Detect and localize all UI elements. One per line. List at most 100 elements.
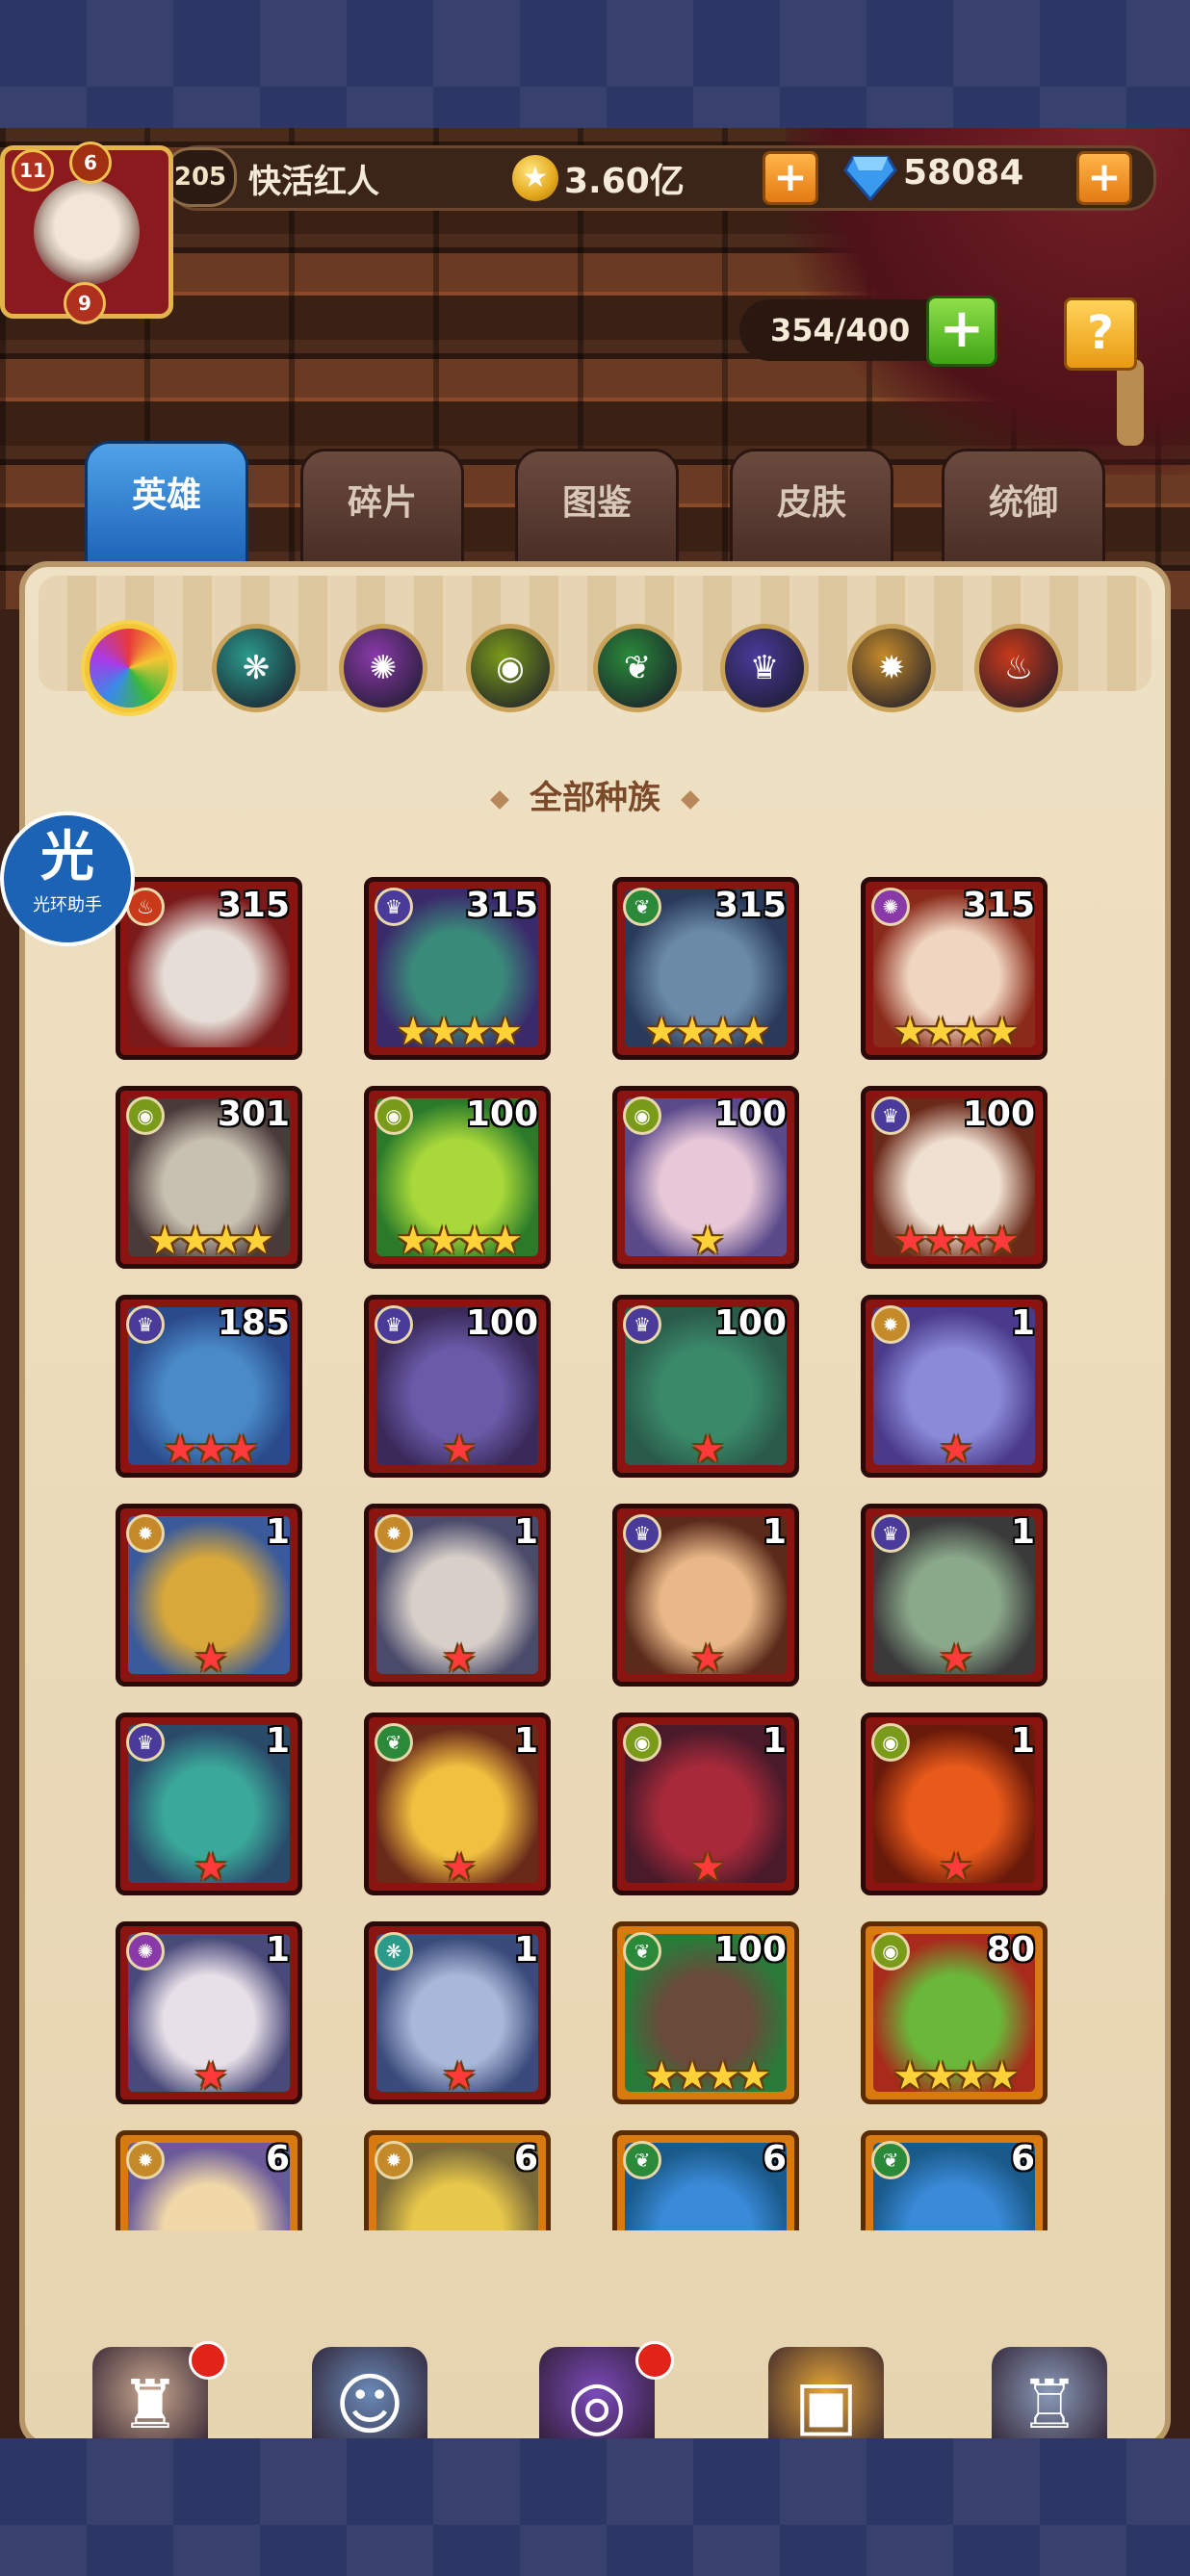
hero-card[interactable]: ◉ 100 ★★★★ — [364, 1086, 551, 1269]
fire-race-icon[interactable]: ♨ — [974, 624, 1063, 712]
nature-faction-icon: ◉ — [623, 1096, 661, 1135]
hero-stars: ★★★★ — [147, 1219, 273, 1263]
leaf-race-icon[interactable]: ❦ — [593, 624, 682, 712]
hero-card[interactable]: ◉ 1 ★ — [861, 1713, 1048, 1895]
tab-0[interactable]: 英雄 — [85, 441, 248, 566]
hero-stars: ★ — [194, 1845, 228, 1890]
tab-3[interactable]: 皮肤 — [730, 449, 893, 564]
hero-card[interactable]: ◉ 1 ★ — [612, 1713, 799, 1895]
hero-card[interactable]: ❦ 100 ★★★★ — [612, 1921, 799, 2104]
tassel-decoration — [1117, 359, 1144, 446]
gem-icon — [843, 155, 897, 201]
hero-level: 315 — [465, 886, 538, 925]
demon-faction-icon: ♛ — [375, 888, 413, 926]
hero-card[interactable]: ❋ 1 ★ — [364, 1921, 551, 2104]
avatar-badge-right: 6 — [69, 142, 112, 184]
hero-card[interactable]: ♛ 1 ★ — [116, 1713, 302, 1895]
hero-stars: ★★★★ — [892, 1010, 1019, 1054]
wind-faction-icon: ❋ — [375, 1932, 413, 1971]
hero-stars: ★★★★ — [644, 2054, 770, 2099]
hero-card[interactable]: ♛ 1 ★ — [612, 1504, 799, 1687]
avatar-portrait — [34, 179, 140, 285]
tab-2[interactable]: 图鉴 — [515, 449, 679, 564]
hero-level: 1 — [265, 1721, 290, 1761]
bottom-navigation: ♜主城☺英雄 ◎探险 ▣背包 ♖公会 — [0, 2328, 1190, 2438]
nav-hero-portrait[interactable]: ☺英雄 — [273, 2328, 466, 2438]
hero-card[interactable]: ❦ 315 ★★★★ — [612, 877, 799, 1060]
hero-card[interactable]: ♛ 100 ★ — [364, 1295, 551, 1478]
hero-level: 6 — [1010, 2139, 1035, 2178]
help-button[interactable]: ? — [1064, 297, 1137, 371]
hero-card[interactable]: ♨ 315 — [116, 877, 302, 1060]
tab-1[interactable]: 碎片 — [300, 449, 464, 564]
aura-assistant-button[interactable]: 光 光环助手 — [0, 811, 135, 946]
gold-amount: 3.60亿 — [564, 162, 685, 201]
hero-level: 1 — [265, 1512, 290, 1552]
hero-level: 100 — [713, 1095, 787, 1134]
add-gold-button[interactable]: + — [763, 151, 818, 205]
hero-stars: ★ — [690, 1219, 725, 1263]
leaf-faction-icon: ❦ — [623, 1932, 661, 1971]
hero-card[interactable]: ◉ 100 ★ — [612, 1086, 799, 1269]
expand-capacity-button[interactable]: + — [926, 296, 997, 367]
hero-card[interactable]: ❦ 6 — [861, 2130, 1048, 2230]
demon-faction-icon: ♛ — [375, 1305, 413, 1344]
nature-faction-icon: ◉ — [375, 1096, 413, 1135]
hero-card[interactable]: ❦ 1 ★ — [364, 1713, 551, 1895]
hero-card[interactable]: ✺ 315 ★★★★ — [861, 877, 1048, 1060]
demon-race-icon[interactable]: ♛ — [720, 624, 809, 712]
hero-stars: ★ — [939, 1845, 973, 1890]
hero-card[interactable]: ✺ 1 ★ — [116, 1921, 302, 2104]
hero-level: 100 — [713, 1303, 787, 1343]
hero-card[interactable]: ✹ 1 ★ — [116, 1504, 302, 1687]
shadow-faction-icon: ✺ — [126, 1932, 165, 1971]
demon-faction-icon: ♛ — [126, 1305, 165, 1344]
nav-guild-tower[interactable]: ♖公会 — [953, 2328, 1146, 2438]
hero-card[interactable]: ❦ 6 — [612, 2130, 799, 2230]
hero-card[interactable]: ♛ 100 ★ — [612, 1295, 799, 1478]
light-race-icon[interactable]: ✹ — [847, 624, 936, 712]
nav-backpack[interactable]: ▣背包 — [730, 2328, 922, 2438]
notification-dot — [635, 2341, 674, 2380]
add-gems-button[interactable]: + — [1076, 151, 1132, 205]
hero-card[interactable]: ♛ 315 ★★★★ — [364, 877, 551, 1060]
shadow-faction-icon: ✺ — [871, 888, 910, 926]
nav-castle[interactable]: ♜主城 — [54, 2328, 246, 2438]
hero-level: 1 — [513, 1930, 538, 1970]
hero-level: 6 — [762, 2139, 787, 2178]
gem-amount: 58084 — [903, 153, 1024, 193]
hero-card[interactable]: ✹ 6 — [364, 2130, 551, 2230]
all-races-icon[interactable] — [85, 624, 173, 712]
avatar-badge-left: 11 — [12, 149, 54, 192]
hero-card[interactable]: ✹ 1 ★ — [364, 1504, 551, 1687]
demon-faction-icon: ♛ — [871, 1514, 910, 1553]
notification-dot — [189, 2341, 227, 2380]
hero-stars: ★ — [690, 1845, 725, 1890]
demon-faction-icon: ♛ — [623, 1305, 661, 1344]
leaf-faction-icon: ❦ — [375, 1723, 413, 1762]
hero-level: 100 — [465, 1303, 538, 1343]
player-name[interactable]: 快活红人 — [248, 155, 379, 202]
nature-faction-icon: ◉ — [126, 1096, 165, 1135]
hero-card[interactable]: ♛ 100 ★★★★ — [861, 1086, 1048, 1269]
hero-card[interactable]: ♛ 1 ★ — [861, 1504, 1048, 1687]
shadow-race-icon[interactable]: ✺ — [339, 624, 427, 712]
hero-stars: ★★★★ — [644, 1010, 770, 1054]
demon-faction-icon: ♛ — [871, 1096, 910, 1135]
nature-eye-race-icon[interactable]: ◉ — [466, 624, 555, 712]
hero-card[interactable]: ✹ 1 ★ — [861, 1295, 1048, 1478]
light-faction-icon: ✹ — [375, 2141, 413, 2179]
outer-frame-bottom — [0, 2438, 1190, 2576]
hero-card[interactable]: ♛ 185 ★★★ — [116, 1295, 302, 1478]
light-faction-icon: ✹ — [126, 1514, 165, 1553]
hero-stars: ★★★★ — [892, 1219, 1019, 1263]
tab-4[interactable]: 统御 — [942, 449, 1105, 564]
nav-portal[interactable]: ◎探险 — [501, 2328, 693, 2438]
hero-card[interactable]: ◉ 80 ★★★★ — [861, 1921, 1048, 2104]
hero-card[interactable]: ✹ 6 — [116, 2130, 302, 2230]
hero-card[interactable]: ◉ 301 ★★★★ — [116, 1086, 302, 1269]
hero-level: 301 — [217, 1095, 290, 1134]
hero-level: 100 — [962, 1095, 1035, 1134]
wind-race-icon[interactable]: ❋ — [212, 624, 300, 712]
hero-level: 100 — [465, 1095, 538, 1134]
